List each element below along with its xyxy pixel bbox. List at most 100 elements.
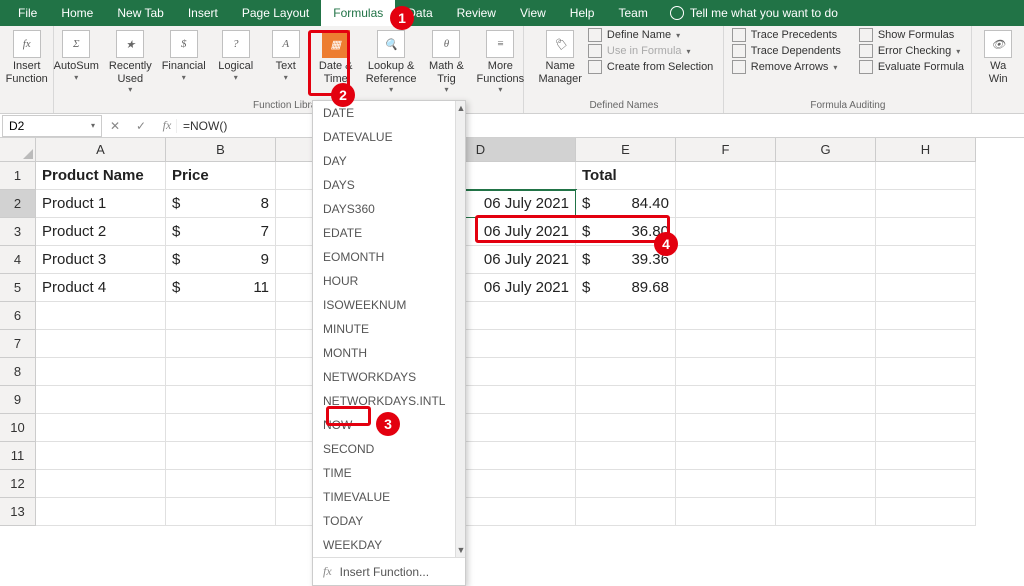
- dd-hour[interactable]: HOUR: [313, 269, 455, 293]
- cell-H3[interactable]: [876, 218, 976, 246]
- cell-H11[interactable]: [876, 442, 976, 470]
- cell-A5[interactable]: Product 4: [36, 274, 166, 302]
- cell-H13[interactable]: [876, 498, 976, 526]
- cell-A10[interactable]: [36, 414, 166, 442]
- row-8[interactable]: 8: [0, 358, 36, 386]
- scrollbar-up-icon[interactable]: ▲: [456, 101, 465, 115]
- cell-G11[interactable]: [776, 442, 876, 470]
- cell-F3[interactable]: [676, 218, 776, 246]
- row-13[interactable]: 13: [0, 498, 36, 526]
- define-name-button[interactable]: Define Name ▾: [588, 28, 713, 42]
- menu-insert[interactable]: Insert: [176, 0, 230, 26]
- cell-B10[interactable]: [166, 414, 276, 442]
- cell-E11[interactable]: [576, 442, 676, 470]
- dd-month[interactable]: MONTH: [313, 341, 455, 365]
- dd-timevalue[interactable]: TIMEVALUE: [313, 485, 455, 509]
- dd-eomonth[interactable]: EOMONTH: [313, 245, 455, 269]
- dd-days360[interactable]: DAYS360: [313, 197, 455, 221]
- cell-G8[interactable]: [776, 358, 876, 386]
- formula-bar[interactable]: =NOW(): [176, 119, 1024, 133]
- cell-F12[interactable]: [676, 470, 776, 498]
- dd-edate[interactable]: EDATE: [313, 221, 455, 245]
- cell-E7[interactable]: [576, 330, 676, 358]
- cell-E6[interactable]: [576, 302, 676, 330]
- scrollbar-down-icon[interactable]: ▼: [456, 543, 465, 557]
- show-formulas-button[interactable]: Show Formulas: [859, 28, 964, 42]
- row-2[interactable]: 2: [0, 190, 36, 218]
- row-3[interactable]: 3: [0, 218, 36, 246]
- dd-isoweeknum[interactable]: ISOWEEKNUM: [313, 293, 455, 317]
- cell-E5[interactable]: $89.68: [576, 274, 676, 302]
- lookup-ref-button[interactable]: 🔍Lookup & Reference▾: [362, 28, 421, 96]
- cell-G6[interactable]: [776, 302, 876, 330]
- cell-E2[interactable]: $84.40: [576, 190, 676, 218]
- trace-precedents-button[interactable]: Trace Precedents: [732, 28, 841, 42]
- dd-networkdays-intl[interactable]: NETWORKDAYS.INTL: [313, 389, 455, 413]
- financial-button[interactable]: $Financial▾: [158, 28, 210, 84]
- row-9[interactable]: 9: [0, 386, 36, 414]
- row-12[interactable]: 12: [0, 470, 36, 498]
- cell-G5[interactable]: [776, 274, 876, 302]
- fx-icon[interactable]: fx: [158, 118, 176, 133]
- cell-H4[interactable]: [876, 246, 976, 274]
- cell-E10[interactable]: [576, 414, 676, 442]
- col-G[interactable]: G: [776, 138, 876, 162]
- menu-newtab[interactable]: New Tab: [105, 0, 175, 26]
- cell-A1[interactable]: Product Name: [36, 162, 166, 190]
- cell-A8[interactable]: [36, 358, 166, 386]
- select-all-corner[interactable]: [0, 138, 36, 162]
- menu-review[interactable]: Review: [445, 0, 508, 26]
- row-10[interactable]: 10: [0, 414, 36, 442]
- cell-B3[interactable]: $7: [166, 218, 276, 246]
- cell-E1[interactable]: Total: [576, 162, 676, 190]
- use-in-formula-button[interactable]: Use in Formula ▾: [588, 44, 713, 58]
- cell-A7[interactable]: [36, 330, 166, 358]
- cell-G10[interactable]: [776, 414, 876, 442]
- cell-H7[interactable]: [876, 330, 976, 358]
- row-7[interactable]: 7: [0, 330, 36, 358]
- cell-B5[interactable]: $11: [166, 274, 276, 302]
- col-F[interactable]: F: [676, 138, 776, 162]
- cell-F7[interactable]: [676, 330, 776, 358]
- dd-insert-function[interactable]: fxInsert Function...: [313, 557, 465, 585]
- menu-team[interactable]: Team: [606, 0, 659, 26]
- row-4[interactable]: 4: [0, 246, 36, 274]
- cell-A9[interactable]: [36, 386, 166, 414]
- dd-day[interactable]: DAY: [313, 149, 455, 173]
- cell-F6[interactable]: [676, 302, 776, 330]
- cell-G1[interactable]: [776, 162, 876, 190]
- dd-date[interactable]: DATE: [313, 101, 455, 125]
- cell-B1[interactable]: Price: [166, 162, 276, 190]
- cell-B13[interactable]: [166, 498, 276, 526]
- cell-H9[interactable]: [876, 386, 976, 414]
- cell-A6[interactable]: [36, 302, 166, 330]
- cell-F10[interactable]: [676, 414, 776, 442]
- cell-H5[interactable]: [876, 274, 976, 302]
- cell-B4[interactable]: $9: [166, 246, 276, 274]
- cell-E9[interactable]: [576, 386, 676, 414]
- menu-home[interactable]: Home: [49, 0, 105, 26]
- col-B[interactable]: B: [166, 138, 276, 162]
- dd-minute[interactable]: MINUTE: [313, 317, 455, 341]
- cancel-icon[interactable]: ✕: [106, 119, 124, 133]
- tell-me[interactable]: Tell me what you want to do: [670, 6, 838, 20]
- text-button[interactable]: AText▾: [262, 28, 310, 84]
- row-1[interactable]: 1: [0, 162, 36, 190]
- cell-G2[interactable]: [776, 190, 876, 218]
- cell-F13[interactable]: [676, 498, 776, 526]
- cell-B9[interactable]: [166, 386, 276, 414]
- cell-F8[interactable]: [676, 358, 776, 386]
- cell-F1[interactable]: [676, 162, 776, 190]
- watch-window-button[interactable]: 👁Wa Win: [974, 28, 1022, 87]
- cell-H12[interactable]: [876, 470, 976, 498]
- evaluate-formula-button[interactable]: Evaluate Formula: [859, 60, 964, 74]
- cell-H2[interactable]: [876, 190, 976, 218]
- name-box[interactable]: D2▾: [2, 115, 102, 137]
- cell-A12[interactable]: [36, 470, 166, 498]
- menu-formulas[interactable]: Formulas: [321, 0, 395, 26]
- menu-view[interactable]: View: [508, 0, 558, 26]
- dd-time[interactable]: TIME: [313, 461, 455, 485]
- cell-A11[interactable]: [36, 442, 166, 470]
- row-6[interactable]: 6: [0, 302, 36, 330]
- cell-B8[interactable]: [166, 358, 276, 386]
